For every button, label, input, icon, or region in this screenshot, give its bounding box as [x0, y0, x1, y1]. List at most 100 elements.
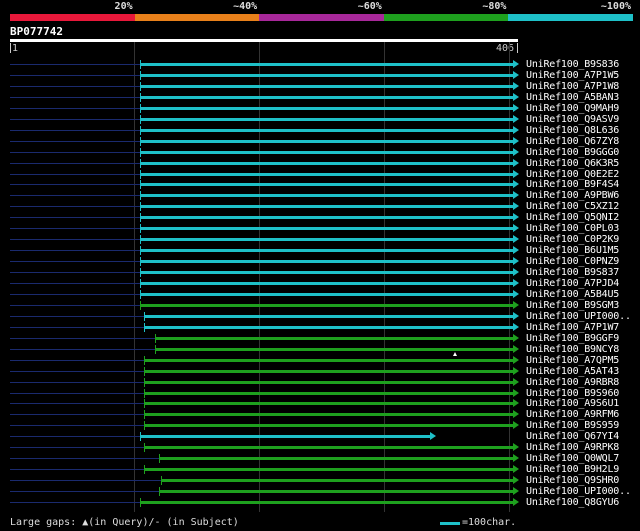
alignment-bar[interactable] — [140, 303, 513, 307]
hit-row[interactable]: UniRef100_Q5QNI2 — [10, 212, 640, 223]
hit-row[interactable]: UniRef100_Q6K3R5 — [10, 158, 640, 169]
alignment-bar[interactable] — [140, 216, 513, 220]
hit-row[interactable]: UniRef100_Q67YI4 — [10, 431, 640, 442]
alignment-bar[interactable] — [144, 314, 513, 318]
hit-row[interactable]: UniRef100_Q9MAH9 — [10, 103, 640, 114]
alignment-bar[interactable] — [140, 271, 513, 275]
hit-label-link[interactable]: UniRef100_Q8GYU6 — [526, 497, 619, 508]
alignment-bar[interactable] — [144, 424, 513, 428]
hit-label-link[interactable]: UniRef100_A9S6U1 — [526, 398, 619, 409]
hit-row[interactable]: UniRef100_A5BAN3 — [10, 92, 640, 103]
hit-row[interactable]: UniRef100_A5B4U5 — [10, 289, 640, 300]
alignment-bar[interactable] — [155, 336, 513, 340]
alignment-bar[interactable] — [144, 380, 513, 384]
hit-row[interactable]: UniRef100_A9RPK8 — [10, 442, 640, 453]
alignment-bar[interactable] — [140, 249, 513, 253]
alignment-bar[interactable] — [140, 260, 513, 264]
hit-row[interactable]: UniRef100_B9S837 — [10, 267, 640, 278]
hit-label-link[interactable]: UniRef100_A7P1W7 — [526, 322, 619, 333]
hit-label-link[interactable]: UniRef100_A5AT43 — [526, 366, 619, 377]
hit-row[interactable]: UniRef100_A7P1W8 — [10, 81, 640, 92]
hit-row[interactable]: UniRef100_B9S836 — [10, 59, 640, 70]
hit-row[interactable]: UniRef100_B9S960 — [10, 388, 640, 399]
hit-row[interactable]: UniRef100_A9RBR8 — [10, 377, 640, 388]
hit-row[interactable]: UniRef100_B9F4S4 — [10, 179, 640, 190]
alignment-bar[interactable] — [144, 468, 513, 472]
hit-label-link[interactable]: UniRef100_Q5QNI2 — [526, 212, 619, 223]
hit-label-link[interactable]: UniRef100_C0P2K9 — [526, 234, 619, 245]
alignment-bar[interactable] — [144, 325, 513, 329]
hit-row[interactable]: UniRef100_A7PJD4 — [10, 278, 640, 289]
hit-label-link[interactable]: UniRef100_A7PJD4 — [526, 278, 619, 289]
hit-row[interactable]: UniRef100_Q67ZY8 — [10, 136, 640, 147]
alignment-bar[interactable] — [144, 358, 513, 362]
hit-row[interactable]: UniRef100_Q9ASV9 — [10, 114, 640, 125]
hit-label-link[interactable]: UniRef100_A9PBW6 — [526, 190, 619, 201]
hit-label-link[interactable]: UniRef100_B9S837 — [526, 267, 619, 278]
hit-row[interactable]: UniRef100_C0PNZ9 — [10, 256, 640, 267]
alignment-bar[interactable] — [144, 413, 513, 417]
alignment-bar[interactable] — [140, 292, 513, 296]
hit-row[interactable]: UniRef100_C0P2K9 — [10, 234, 640, 245]
hit-row[interactable]: UniRef100_A5AT43 — [10, 366, 640, 377]
alignment-bar[interactable] — [161, 479, 513, 483]
hit-row[interactable]: UniRef100_Q0WQL7 — [10, 453, 640, 464]
hit-label-link[interactable]: UniRef100_A9RBR8 — [526, 377, 619, 388]
hit-label-link[interactable]: UniRef100_B9S960 — [526, 388, 619, 399]
hit-label-link[interactable]: UniRef100_C5XZ12 — [526, 201, 619, 212]
alignment-bar[interactable] — [140, 128, 513, 132]
hit-label-link[interactable]: UniRef100_B9GGF9 — [526, 333, 619, 344]
alignment-bar[interactable] — [140, 95, 513, 99]
alignment-bar[interactable] — [140, 194, 513, 198]
hit-row[interactable]: UniRef100_A7QPM5 — [10, 355, 640, 366]
alignment-bar[interactable] — [140, 172, 513, 176]
hit-row[interactable]: UniRef100_A7P1W7 — [10, 322, 640, 333]
hit-row[interactable]: UniRef100_B9GGF9 — [10, 333, 640, 344]
alignment-bar[interactable] — [159, 457, 513, 461]
hit-label-link[interactable]: UniRef100_Q0WQL7 — [526, 453, 619, 464]
alignment-bar[interactable] — [140, 238, 513, 242]
hit-row[interactable]: UniRef100_UPI000.. — [10, 311, 640, 322]
hit-label-link[interactable]: UniRef100_A9RFM6 — [526, 409, 619, 420]
hit-label-link[interactable]: UniRef100_B9S836 — [526, 59, 619, 70]
hit-label-link[interactable]: UniRef100_A5BAN3 — [526, 92, 619, 103]
alignment-bar[interactable] — [144, 402, 513, 406]
hit-label-link[interactable]: UniRef100_A7P1W5 — [526, 70, 619, 81]
alignment-bar[interactable] — [155, 347, 513, 351]
hit-label-link[interactable]: UniRef100_Q6K3R5 — [526, 158, 619, 169]
alignment-bar[interactable] — [140, 227, 513, 231]
alignment-bar[interactable] — [159, 490, 513, 494]
alignment-bar[interactable] — [140, 501, 513, 504]
alignment-bar[interactable] — [140, 106, 513, 110]
hit-label-link[interactable]: UniRef100_Q0E2E2 — [526, 169, 619, 180]
hit-label-link[interactable]: UniRef100_B6U1M5 — [526, 245, 619, 256]
hit-label-link[interactable]: UniRef100_B9GGG0 — [526, 147, 619, 158]
hit-row[interactable]: UniRef100_A7P1W5 — [10, 70, 640, 81]
alignment-bar[interactable] — [140, 161, 513, 165]
alignment-bar[interactable] — [144, 369, 513, 373]
alignment-bar[interactable] — [140, 150, 513, 154]
hit-label-link[interactable]: UniRef100_C0PL03 — [526, 223, 619, 234]
hit-label-link[interactable]: UniRef100_Q9MAH9 — [526, 103, 619, 114]
alignment-bar[interactable] — [140, 63, 513, 66]
hit-label-link[interactable]: UniRef100_Q67YI4 — [526, 431, 619, 442]
hit-label-link[interactable]: UniRef100_A9RPK8 — [526, 442, 619, 453]
hit-row[interactable]: UniRef100_A9S6U1 — [10, 398, 640, 409]
hit-label-link[interactable]: UniRef100_UPI000.. — [526, 311, 631, 322]
alignment-bar[interactable] — [140, 282, 513, 285]
alignment-bar[interactable] — [140, 183, 513, 187]
hit-row[interactable]: UniRef100_B6U1M5 — [10, 245, 640, 256]
hit-row[interactable]: UniRef100_C0PL03 — [10, 223, 640, 234]
hit-row[interactable]: UniRef100_Q8GYU6 — [10, 497, 640, 508]
hit-row[interactable]: UniRef100_B9GGG0 — [10, 147, 640, 158]
hit-row[interactable]: UniRef100_B9S959 — [10, 420, 640, 431]
alignment-bar[interactable] — [144, 446, 513, 450]
hit-row[interactable]: UniRef100_B9NCY8 — [10, 344, 640, 356]
alignment-bar[interactable] — [140, 139, 513, 143]
hit-row[interactable]: UniRef100_A9PBW6 — [10, 190, 640, 201]
hit-label-link[interactable]: UniRef100_B9F4S4 — [526, 179, 619, 190]
hit-label-link[interactable]: UniRef100_UPI000.. — [526, 486, 631, 497]
hit-label-link[interactable]: UniRef100_Q9SHR0 — [526, 475, 619, 486]
alignment-bar[interactable] — [140, 84, 513, 88]
hit-label-link[interactable]: UniRef100_Q8L636 — [526, 125, 619, 136]
